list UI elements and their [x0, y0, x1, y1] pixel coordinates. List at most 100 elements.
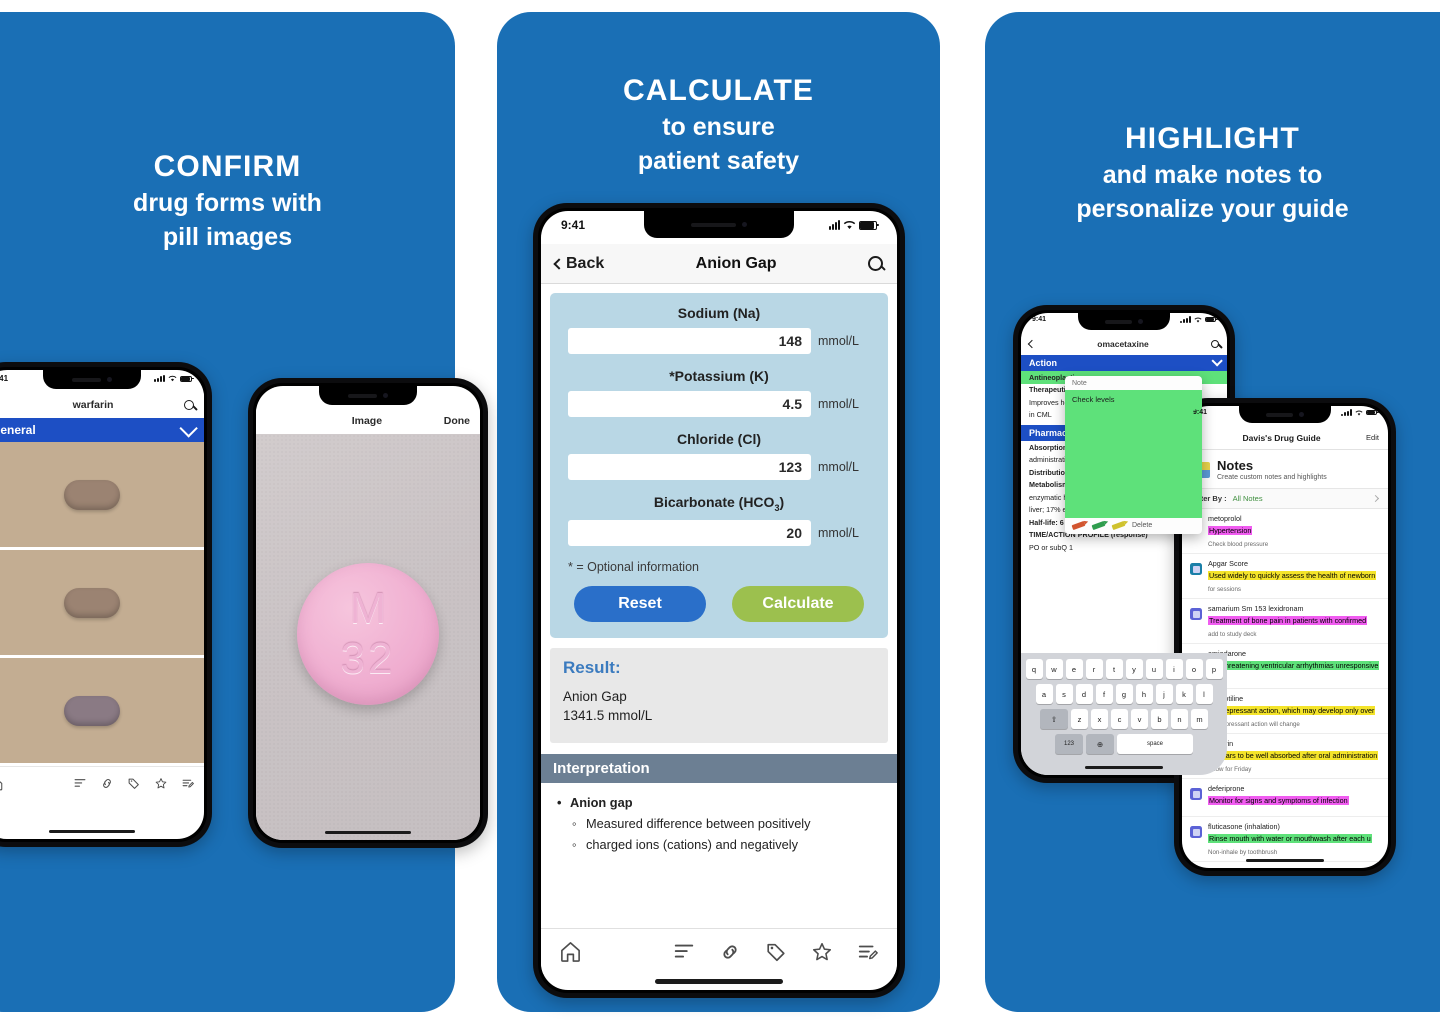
status-time: 9:41: [1193, 409, 1208, 416]
page-title: Anion Gap: [695, 254, 777, 272]
note-list-item[interactable]: deferiprone Monitor for signs and sympto…: [1182, 779, 1388, 818]
shift-key[interactable]: ⇧: [1040, 709, 1068, 729]
search-icon[interactable]: [867, 256, 883, 271]
star-icon[interactable]: [810, 941, 834, 963]
filter-row[interactable]: Filter By : All Notes: [1182, 488, 1388, 510]
key-z[interactable]: z: [1071, 709, 1088, 729]
edit-button[interactable]: Edit: [1366, 433, 1379, 442]
key-p[interactable]: p: [1205, 659, 1223, 679]
chevron-down-icon[interactable]: [179, 418, 198, 438]
phone-bezel: 9:41 Davis's Drug Guide Edit Notes Creat…: [1179, 403, 1391, 871]
key-n[interactable]: n: [1171, 709, 1188, 729]
pill-image: [64, 695, 120, 726]
bicarbonate-input[interactable]: 20: [568, 519, 811, 546]
key-h[interactable]: h: [1135, 684, 1153, 704]
section-bar-label: General: [0, 423, 36, 437]
key-g[interactable]: g: [1115, 684, 1133, 704]
key-l[interactable]: l: [1195, 684, 1213, 704]
pill-image-cell[interactable]: [0, 442, 204, 550]
highlighter-green-icon[interactable]: [1091, 520, 1106, 531]
home-indicator: [49, 829, 135, 833]
status-icons: [154, 374, 194, 383]
wifi-icon: [1194, 317, 1202, 322]
outline-icon[interactable]: [73, 777, 87, 790]
note-list-item[interactable]: streptozocine Inhibits protein synthesis…: [1182, 862, 1388, 868]
numbers-key[interactable]: 123: [1055, 734, 1083, 754]
key-x[interactable]: x: [1091, 709, 1108, 729]
notes-icon[interactable]: [181, 777, 195, 790]
keyboard-row-3: ⇧ z x c v b n m: [1025, 709, 1223, 729]
search-term[interactable]: warfarin: [73, 399, 114, 411]
outline-icon[interactable]: [672, 941, 696, 963]
calculate-button[interactable]: Calculate: [732, 585, 864, 622]
monograph-search-term[interactable]: omacetaxine: [1097, 339, 1149, 349]
pill-photo-area[interactable]: M 32: [256, 434, 480, 840]
pill-image-cell[interactable]: [0, 658, 204, 766]
key-u[interactable]: u: [1145, 659, 1163, 679]
key-c[interactable]: c: [1111, 709, 1128, 729]
key-v[interactable]: v: [1131, 709, 1148, 729]
globe-key[interactable]: ⊕: [1086, 734, 1114, 754]
key-r[interactable]: r: [1085, 659, 1103, 679]
section-bar-general[interactable]: General: [0, 418, 204, 442]
home-icon[interactable]: [0, 777, 4, 791]
link-icon[interactable]: [718, 941, 742, 963]
chloride-label: Chloride (Cl): [677, 431, 761, 447]
home-icon[interactable]: [558, 940, 583, 963]
space-key[interactable]: space: [1117, 734, 1193, 754]
note-popup-title: Note: [1072, 380, 1087, 387]
note-list-item[interactable]: samarium Sm 153 lexidronam Treatment of …: [1182, 599, 1388, 645]
chevron-left-icon[interactable]: [1027, 339, 1037, 349]
highlighter-yellow-icon[interactable]: [1111, 520, 1126, 531]
key-y[interactable]: y: [1125, 659, 1143, 679]
done-button[interactable]: Done: [444, 415, 470, 427]
link-icon[interactable]: [100, 777, 114, 790]
key-e[interactable]: e: [1065, 659, 1083, 679]
search-icon[interactable]: [1211, 340, 1219, 348]
pill-imprint-line-1: M: [349, 584, 387, 634]
sodium-input[interactable]: 148: [568, 328, 811, 354]
note-list-item[interactable]: Apgar Score Used widely to quickly asses…: [1182, 554, 1388, 600]
earpiece-speaker: [347, 393, 378, 398]
chevron-down-icon[interactable]: [1211, 355, 1223, 367]
key-a[interactable]: a: [1035, 684, 1053, 704]
note-delete-button[interactable]: Delete: [1132, 522, 1152, 529]
tag-icon[interactable]: [764, 941, 788, 963]
pill-image-cell[interactable]: [0, 550, 204, 658]
note-content: streptozocine Inhibits protein synthesis…: [1208, 867, 1379, 868]
key-i[interactable]: i: [1165, 659, 1183, 679]
reset-button[interactable]: Reset: [574, 585, 706, 622]
key-s[interactable]: s: [1055, 684, 1073, 704]
notes-icon[interactable]: [856, 941, 880, 963]
key-w[interactable]: w: [1045, 659, 1063, 679]
potassium-input[interactable]: 4.5: [568, 391, 811, 417]
section-bar-action[interactable]: Action: [1021, 355, 1227, 371]
key-m[interactable]: m: [1191, 709, 1208, 729]
tag-icon[interactable]: [127, 777, 141, 790]
home-indicator: [655, 979, 783, 984]
note-content: maprotiline Antidepressant action, which…: [1208, 694, 1379, 728]
pink-tablet-image: M 32: [297, 563, 439, 706]
key-d[interactable]: d: [1075, 684, 1093, 704]
star-icon[interactable]: [154, 777, 168, 790]
phone-screen: 9:41 Davis's Drug Guide Edit Notes Creat…: [1182, 406, 1388, 868]
back-button[interactable]: Back: [553, 255, 604, 273]
key-t[interactable]: t: [1105, 659, 1123, 679]
keyboard-row-2: a s d f g h j k l: [1025, 684, 1223, 704]
search-icon[interactable]: [183, 400, 194, 410]
filter-value[interactable]: All Notes: [1233, 494, 1263, 503]
key-f[interactable]: f: [1095, 684, 1113, 704]
bicarbonate-label-main: Bicarbonate (HCO: [653, 494, 775, 510]
key-b[interactable]: b: [1151, 709, 1168, 729]
key-k[interactable]: k: [1175, 684, 1193, 704]
note-list-item[interactable]: metoprolol Hypertension Check blood pres…: [1182, 509, 1388, 555]
highlighter-pink-icon[interactable]: [1071, 520, 1086, 531]
note-list-item[interactable]: fluticasone (inhalation) Rinse mouth wit…: [1182, 817, 1388, 863]
key-o[interactable]: o: [1185, 659, 1203, 679]
interpretation-sub-line-2: charged ions (cations) and negatively: [555, 836, 883, 854]
key-q[interactable]: q: [1025, 659, 1043, 679]
key-j[interactable]: j: [1155, 684, 1173, 704]
note-drug-name: streptozocine: [1208, 867, 1379, 868]
sodium-label: Sodium (Na): [677, 305, 761, 321]
chloride-input[interactable]: 123: [568, 454, 811, 480]
